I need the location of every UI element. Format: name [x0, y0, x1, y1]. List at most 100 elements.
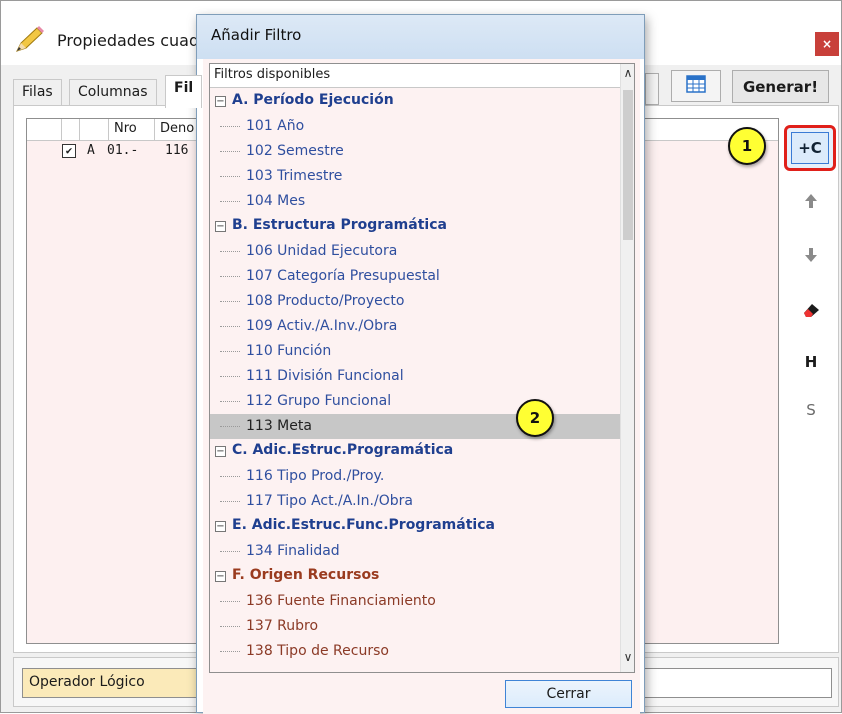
filter-tree[interactable]: Filtros disponibles ∧ ∨ − A. Período Ejec…: [209, 63, 635, 673]
tree-item[interactable]: 108 Producto/Proyecto: [210, 289, 620, 314]
tree-item[interactable]: 138 Tipo de Recurso: [210, 639, 620, 664]
tree-item[interactable]: 134 Finalidad: [210, 539, 620, 564]
dialog-title: Añadir Filtro: [211, 26, 302, 44]
generar-button[interactable]: Generar!: [732, 70, 829, 103]
tree-item[interactable]: 110 Función: [210, 339, 620, 364]
tree-connector: [220, 551, 240, 552]
grid-header-nro: Nro: [109, 119, 155, 141]
collapse-icon[interactable]: −: [215, 96, 226, 107]
tree-item-label: 111 División Funcional: [246, 368, 404, 384]
tree-item-label: 137 Rubro: [246, 618, 319, 634]
tree-connector: [220, 326, 240, 327]
tree-item[interactable]: 104 Mes: [210, 189, 620, 214]
tree-item[interactable]: 117 Tipo Act./A.In./Obra: [210, 489, 620, 514]
tree-connector: [220, 201, 240, 202]
tree-item-label: C. Adic.Estruc.Programática: [232, 442, 454, 458]
close-button[interactable]: ×: [815, 32, 839, 56]
tree-connector: [220, 426, 240, 427]
tree-item-label: 117 Tipo Act./A.In./Obra: [246, 493, 413, 509]
grid-view-button[interactable]: [671, 70, 721, 102]
tree-item-label: A. Período Ejecución: [232, 92, 394, 108]
move-up-button[interactable]: [788, 179, 834, 225]
dialog-body: Filtros disponibles ∧ ∨ − A. Período Ejec…: [203, 59, 640, 714]
toolbar-field[interactable]: [645, 73, 659, 105]
tab-filtros[interactable]: Fil: [165, 75, 203, 108]
callout-badge-2: 2: [516, 399, 554, 437]
tree-connector: [220, 401, 240, 402]
pencil-app-icon: [13, 25, 45, 55]
tree-item[interactable]: 101 Año: [210, 114, 620, 139]
row-col-a: A: [87, 143, 95, 158]
tree-item-label: 116 Tipo Prod./Proy.: [246, 468, 385, 484]
collapse-icon[interactable]: −: [215, 571, 226, 582]
collapse-icon[interactable]: −: [215, 521, 226, 532]
tree-group[interactable]: − C. Adic.Estruc.Programática: [210, 439, 620, 464]
eraser-icon: [801, 302, 821, 322]
tree-list: − A. Período Ejecución 101 Año 102 Semestre…: [210, 89, 620, 672]
tree-item[interactable]: 113 Meta: [210, 414, 620, 439]
operador-logico-label: Operador Lógico: [22, 668, 202, 698]
tree-scrollbar[interactable]: ∧ ∨: [620, 64, 634, 672]
tree-item-label: 112 Grupo Funcional: [246, 393, 392, 409]
row-nro: 01.-: [107, 143, 139, 158]
tree-connector: [220, 476, 240, 477]
tree-header: Filtros disponibles: [210, 64, 620, 88]
tree-connector: [220, 501, 240, 502]
dialog-titlebar: Añadir Filtro: [197, 15, 644, 59]
tree-item[interactable]: 112 Grupo Funcional: [210, 389, 620, 414]
scroll-down-icon[interactable]: ∨: [621, 650, 634, 668]
s-button[interactable]: S: [788, 387, 834, 433]
tree-item-label: 103 Trimestre: [246, 168, 343, 184]
tree-group[interactable]: − A. Período Ejecución: [210, 89, 620, 114]
move-down-button[interactable]: [788, 233, 834, 279]
tree-item-label: 138 Tipo de Recurso: [246, 643, 389, 659]
scroll-thumb[interactable]: [623, 90, 633, 240]
row-checkbox[interactable]: ✔: [62, 144, 76, 158]
tree-group[interactable]: − F. Origen Recursos: [210, 564, 620, 589]
close-icon: ×: [821, 37, 833, 51]
tree-item-label: F. Origen Recursos: [232, 567, 380, 583]
tree-connector: [220, 626, 240, 627]
tree-item[interactable]: 109 Activ./A.Inv./Obra: [210, 314, 620, 339]
tree-item[interactable]: 136 Fuente Financiamiento: [210, 589, 620, 614]
tree-item[interactable]: 102 Semestre: [210, 139, 620, 164]
tab-columnas[interactable]: Columnas: [69, 79, 157, 107]
tree-connector: [220, 651, 240, 652]
tab-filas[interactable]: Filas: [13, 79, 62, 107]
tree-item-label: E. Adic.Estruc.Func.Programática: [232, 517, 495, 533]
scroll-up-icon[interactable]: ∧: [621, 66, 634, 84]
arrow-down-icon: [804, 244, 818, 268]
add-column-label: +C: [791, 132, 829, 164]
tree-connector: [220, 126, 240, 127]
tree-item[interactable]: 106 Unidad Ejecutora: [210, 239, 620, 264]
tree-item-label: 106 Unidad Ejecutora: [246, 243, 398, 259]
grid-header-cell: [62, 119, 80, 141]
collapse-icon[interactable]: −: [215, 221, 226, 232]
tree-item-label: 101 Año: [246, 118, 305, 134]
tree-item[interactable]: 137 Rubro: [210, 614, 620, 639]
tree-connector: [220, 376, 240, 377]
tree-group[interactable]: − E. Adic.Estruc.Func.Programática: [210, 514, 620, 539]
tree-item-label: B. Estructura Programática: [232, 217, 447, 233]
window-title: Propiedades cuad: [57, 31, 200, 50]
tree-item[interactable]: 116 Tipo Prod./Proy.: [210, 464, 620, 489]
tree-item[interactable]: 103 Trimestre: [210, 164, 620, 189]
tree-item-label: 136 Fuente Financiamiento: [246, 593, 436, 609]
tree-item-label: 109 Activ./A.Inv./Obra: [246, 318, 398, 334]
tree-item-label: 113 Meta: [246, 418, 312, 434]
collapse-icon[interactable]: −: [215, 446, 226, 457]
tree-item[interactable]: 111 División Funcional: [210, 364, 620, 389]
tree-item-label: 110 Función: [246, 343, 332, 359]
tree-item-label: 102 Semestre: [246, 143, 344, 159]
callout-badge-1: 1: [728, 127, 766, 165]
tree-connector: [220, 151, 240, 152]
tree-connector: [220, 601, 240, 602]
erase-button[interactable]: [788, 289, 834, 335]
h-button[interactable]: H: [788, 339, 834, 385]
add-column-button[interactable]: +C: [784, 125, 836, 171]
tree-item[interactable]: 107 Categoría Presupuestal: [210, 264, 620, 289]
grid-header-cell: [27, 119, 62, 141]
table-icon: [686, 75, 706, 97]
cerrar-button[interactable]: Cerrar: [505, 680, 632, 708]
tree-group[interactable]: − B. Estructura Programática: [210, 214, 620, 239]
